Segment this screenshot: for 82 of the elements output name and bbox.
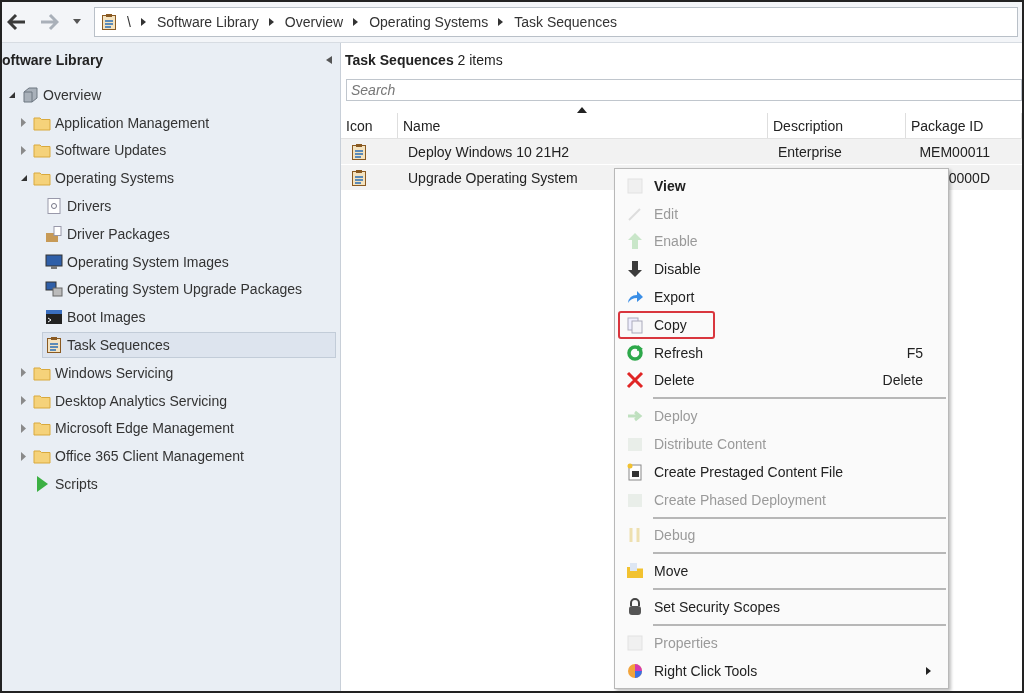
collapsed-arrow-icon[interactable] [21, 146, 27, 155]
monitor-icon [45, 252, 63, 271]
collapsed-arrow-icon[interactable] [21, 368, 27, 378]
server-icon [21, 85, 39, 104]
tree-item[interactable]: Office 365 Client Management [30, 443, 336, 470]
separator-arrow-icon [498, 18, 505, 26]
back-arrow-icon [7, 13, 27, 31]
tree-item[interactable]: Operating Systems [30, 165, 336, 192]
table-cell: Upgrade Operating System [408, 169, 578, 186]
folder-icon [626, 562, 644, 581]
package-icon [45, 224, 63, 243]
menu-item[interactable]: Copy [618, 311, 715, 339]
search-field[interactable]: Search [346, 79, 1022, 101]
column-header[interactable]: Name [398, 113, 768, 138]
menu-item[interactable]: Right Click Tools [618, 656, 945, 685]
tree-item[interactable]: Software Updates [30, 137, 336, 164]
folder-icon [33, 447, 51, 466]
menu-item[interactable]: Set Security Scopes [618, 593, 945, 621]
breadcrumb-item[interactable]: Task Sequences [514, 14, 617, 30]
tree-item[interactable]: Overview [18, 81, 336, 108]
tree-item[interactable]: Operating System Images [42, 248, 336, 275]
expanded-arrow-icon[interactable] [9, 91, 15, 98]
clipboard-icon [45, 336, 63, 355]
tree-item[interactable]: Desktop Analytics Servicing [30, 387, 336, 414]
menu-item[interactable]: Refresh F5 [618, 338, 945, 367]
collapsed-arrow-icon[interactable] [21, 118, 27, 128]
tree-item[interactable]: Task Sequences [42, 332, 336, 359]
tree-item[interactable]: Operating System Upgrade Packages [42, 276, 336, 303]
table-cell: Enterprise [778, 143, 842, 160]
folder-icon [33, 169, 51, 188]
up-arrow-icon [626, 232, 644, 251]
terminal-icon [45, 308, 63, 327]
sort-ascending-icon [577, 107, 587, 113]
tree-item[interactable]: Application Management [30, 109, 336, 136]
menu-item[interactable]: Delete Delete [618, 366, 945, 395]
table-cell: MEM00011 [919, 143, 990, 160]
collapsed-arrow-icon[interactable] [21, 423, 27, 433]
tree-item[interactable]: Driver Packages [42, 220, 336, 247]
menu-item[interactable]: Move [618, 557, 945, 586]
expanded-arrow-icon[interactable] [21, 175, 27, 182]
clipboard-icon [351, 168, 367, 187]
table-cell: 0000D [948, 169, 990, 186]
refresh-icon [626, 343, 644, 362]
column-header[interactable]: Description [768, 113, 906, 138]
tree-item[interactable]: Boot Images [42, 304, 336, 331]
menu-item[interactable]: Create Prestaged Content File [618, 457, 945, 486]
submenu-arrow-icon [926, 666, 931, 675]
separator-arrow-icon [140, 18, 147, 26]
lock-icon [626, 598, 644, 617]
forward-arrow-icon [39, 13, 59, 31]
pane-title: oftware Library [2, 52, 104, 68]
clipboard-icon [351, 142, 367, 161]
collapsed-arrow-icon[interactable] [21, 451, 27, 461]
menu-item[interactable]: Export [618, 283, 945, 311]
menu-item[interactable]: Disable [618, 255, 945, 284]
tree-item[interactable]: Scripts [30, 471, 336, 498]
table-cell: Deploy Windows 10 21H2 [408, 143, 570, 160]
down-arrow-icon [626, 260, 644, 279]
list-heading: Task Sequences 2 items [344, 51, 504, 70]
collapse-icon[interactable] [326, 56, 332, 64]
monitor-icon [45, 280, 63, 299]
dropdown-caret-icon[interactable] [72, 19, 82, 25]
collapsed-arrow-icon[interactable] [21, 396, 27, 406]
breadcrumb-item[interactable]: \ [127, 14, 131, 30]
tree-item[interactable]: Drivers [42, 193, 336, 220]
address-bar[interactable]: \ Software Library Overview Operating Systems Task Sequences [94, 7, 1018, 37]
breadcrumb-item[interactable]: Overview [284, 14, 344, 30]
separator-arrow-icon [268, 18, 275, 26]
copy-icon [626, 315, 644, 334]
breadcrumb-item[interactable]: Software Library [156, 14, 259, 30]
delete-icon [626, 371, 644, 390]
tree-item[interactable]: Windows Servicing [30, 359, 336, 386]
menu-item[interactable]: View [618, 172, 945, 200]
column-header[interactable]: Icon [341, 113, 398, 138]
folder-icon [33, 419, 51, 438]
clipboard-icon [101, 13, 117, 31]
breadcrumb-item[interactable]: Operating Systems [369, 14, 489, 30]
column-header[interactable]: Package ID [906, 113, 1022, 138]
separator-arrow-icon [353, 18, 360, 26]
folder-icon [33, 141, 51, 160]
color-wheel-icon [626, 661, 644, 680]
tree-item[interactable]: Microsoft Edge Management [30, 415, 336, 442]
